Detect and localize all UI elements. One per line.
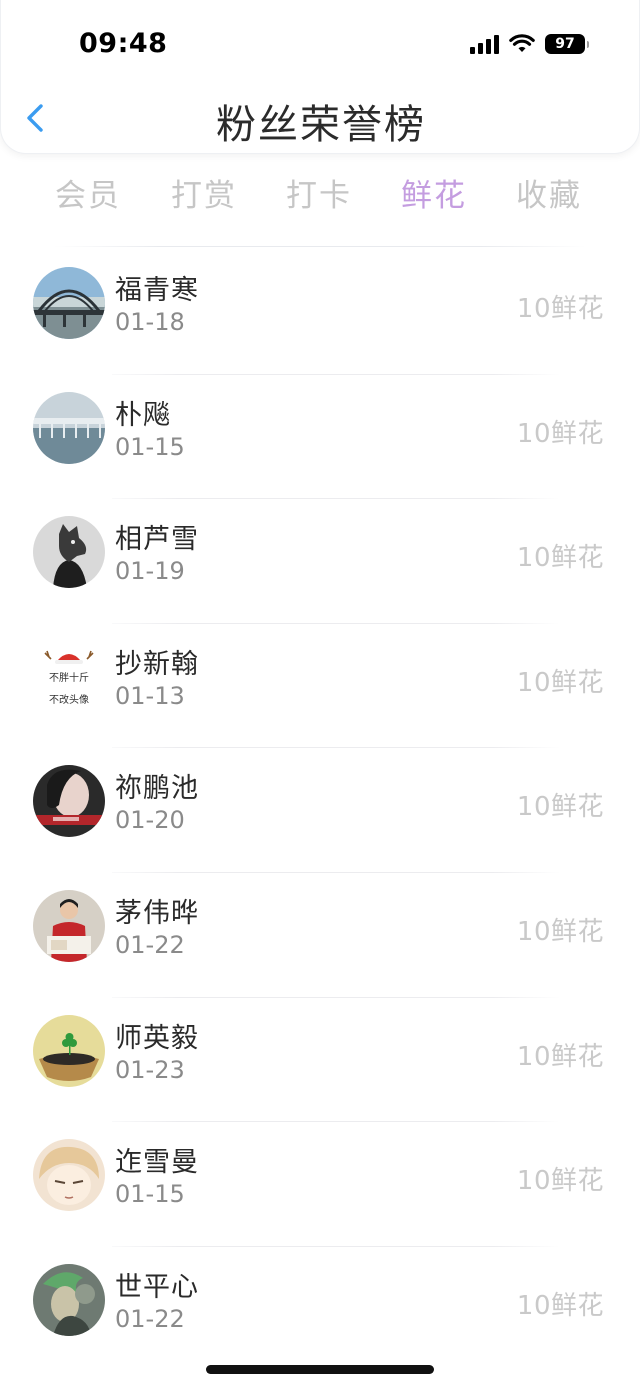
- tab-membership[interactable]: 会员: [38, 170, 138, 215]
- avatar[interactable]: [33, 391, 105, 464]
- divider: [54, 246, 586, 247]
- avatar[interactable]: [33, 889, 105, 962]
- fan-date: 01-15: [115, 432, 185, 461]
- fan-name: 师英毅: [115, 1022, 199, 1054]
- battery-level: 97: [555, 36, 575, 52]
- avatar[interactable]: [33, 516, 105, 589]
- list-item[interactable]: 朴飚 01-15 10鲜花: [0, 375, 640, 500]
- fan-date: 01-18: [115, 308, 185, 336]
- tab-flowers[interactable]: 鲜花: [384, 170, 484, 215]
- list-item[interactable]: 福青寒 01-18 10鲜花: [0, 250, 640, 375]
- flower-amount: 10鲜花: [516, 916, 604, 947]
- list-item[interactable]: 茅伟晔 01-22 10鲜花: [0, 873, 640, 998]
- fan-date: 01-19: [115, 557, 185, 586]
- list-item[interactable]: 相芦雪 01-19 10鲜花: [0, 499, 640, 624]
- tab-bar: 会员 打赏 打卡 鲜花 收藏: [0, 170, 640, 220]
- fan-name: 迮雪曼: [115, 1147, 199, 1179]
- fan-list: 福青寒 01-18 10鲜花 朴飚 01-15 10鲜花 相芦雪 01-19 1…: [0, 250, 640, 1371]
- avatar-caption: 不改头像: [49, 694, 89, 706]
- fan-date: 01-22: [115, 1304, 185, 1333]
- flower-amount: 10鲜花: [516, 418, 604, 449]
- fan-name: 抄新翰: [115, 648, 199, 680]
- list-item[interactable]: 祢鹏池 01-20 10鲜花: [0, 748, 640, 873]
- avatar[interactable]: [33, 1263, 105, 1336]
- fan-date: 01-23: [115, 1055, 185, 1084]
- flower-amount: 10鲜花: [516, 667, 604, 698]
- flower-amount: 10鲜花: [516, 543, 604, 574]
- cellular-signal-icon: [470, 34, 499, 54]
- fan-name: 世平心: [115, 1271, 199, 1303]
- fan-name: 朴飚: [115, 399, 171, 431]
- tab-checkin[interactable]: 打卡: [269, 170, 369, 215]
- list-item[interactable]: 迮雪曼 01-15 10鲜花: [0, 1122, 640, 1247]
- fan-name: 福青寒: [115, 275, 199, 306]
- list-item[interactable]: 不胖十斤 不改头像 抄新翰 01-13 10鲜花: [0, 624, 640, 749]
- flower-amount: 10鲜花: [516, 1166, 604, 1197]
- avatar[interactable]: [33, 1139, 105, 1212]
- tab-favorites[interactable]: 收藏: [499, 170, 599, 215]
- screen: 09:48 97 粉丝荣誉榜 会员 打赏 打卡 鲜花 收藏 福青寒 01-18 …: [0, 0, 640, 1387]
- wifi-icon: [509, 34, 535, 52]
- fan-date: 01-20: [115, 806, 185, 835]
- fan-name: 相芦雪: [115, 524, 199, 556]
- status-icons: 97: [470, 34, 589, 54]
- flower-amount: 10鲜花: [516, 1041, 604, 1072]
- battery-icon: 97: [545, 34, 589, 54]
- header: 09:48 97 粉丝荣誉榜: [0, 0, 640, 154]
- tab-tips[interactable]: 打赏: [154, 170, 254, 215]
- avatar[interactable]: 不胖十斤 不改头像: [33, 640, 105, 713]
- fan-date: 01-22: [115, 930, 185, 959]
- avatar-caption: 不胖十斤: [49, 672, 89, 684]
- avatar[interactable]: [33, 1014, 105, 1087]
- avatar[interactable]: [33, 765, 105, 838]
- fan-date: 01-15: [115, 1180, 185, 1209]
- flower-amount: 10鲜花: [516, 792, 604, 823]
- fan-date: 01-13: [115, 681, 185, 710]
- avatar[interactable]: [33, 267, 105, 339]
- fan-name: 祢鹏池: [115, 773, 199, 805]
- home-indicator[interactable]: [206, 1365, 434, 1374]
- fan-name: 茅伟晔: [115, 897, 199, 929]
- list-item[interactable]: 世平心 01-22 10鲜花: [0, 1247, 640, 1372]
- status-time: 09:48: [79, 28, 168, 59]
- list-item[interactable]: 师英毅 01-23 10鲜花: [0, 998, 640, 1123]
- flower-amount: 10鲜花: [516, 294, 604, 324]
- flower-amount: 10鲜花: [516, 1290, 604, 1321]
- page-title: 粉丝荣誉榜: [216, 102, 426, 148]
